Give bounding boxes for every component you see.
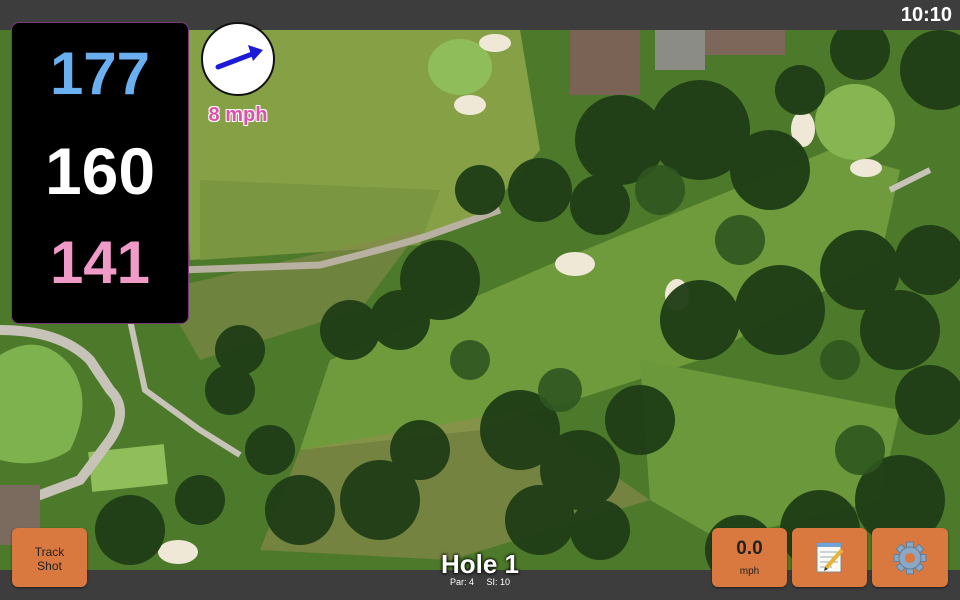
wind-speed: 8 mph [208,104,268,126]
track-shot-label-line2: Shot [37,559,62,573]
speed-button[interactable]: 0.0 mph [712,528,787,587]
track-shot-label-line1: Track [34,545,65,559]
wind-direction-indicator [201,22,275,96]
track-shot-label: Track Shot [12,545,87,573]
notes-button[interactable] [792,528,867,587]
gear-icon [893,541,927,575]
hole-stroke-index: SI: 10 [486,577,511,587]
settings-button[interactable] [872,528,948,587]
hole-title: Hole 1 [440,549,520,579]
front-yardage: 141 [49,229,151,296]
hole-meta: Par: 4 SI: 10 [380,577,580,587]
speed-unit: mph [739,566,760,577]
yardage-panel: 177 160 141 [11,22,189,324]
hole-par: Par: 4 [449,577,474,587]
track-shot-button[interactable]: Track Shot [12,528,87,587]
arrow-icon [215,45,263,70]
speed-value: 0.0 [736,538,763,559]
middle-yardage: 160 [44,134,156,208]
back-yardage: 177 [49,40,151,107]
clock: 10:10 [900,4,952,26]
notepad-icon [816,542,844,573]
